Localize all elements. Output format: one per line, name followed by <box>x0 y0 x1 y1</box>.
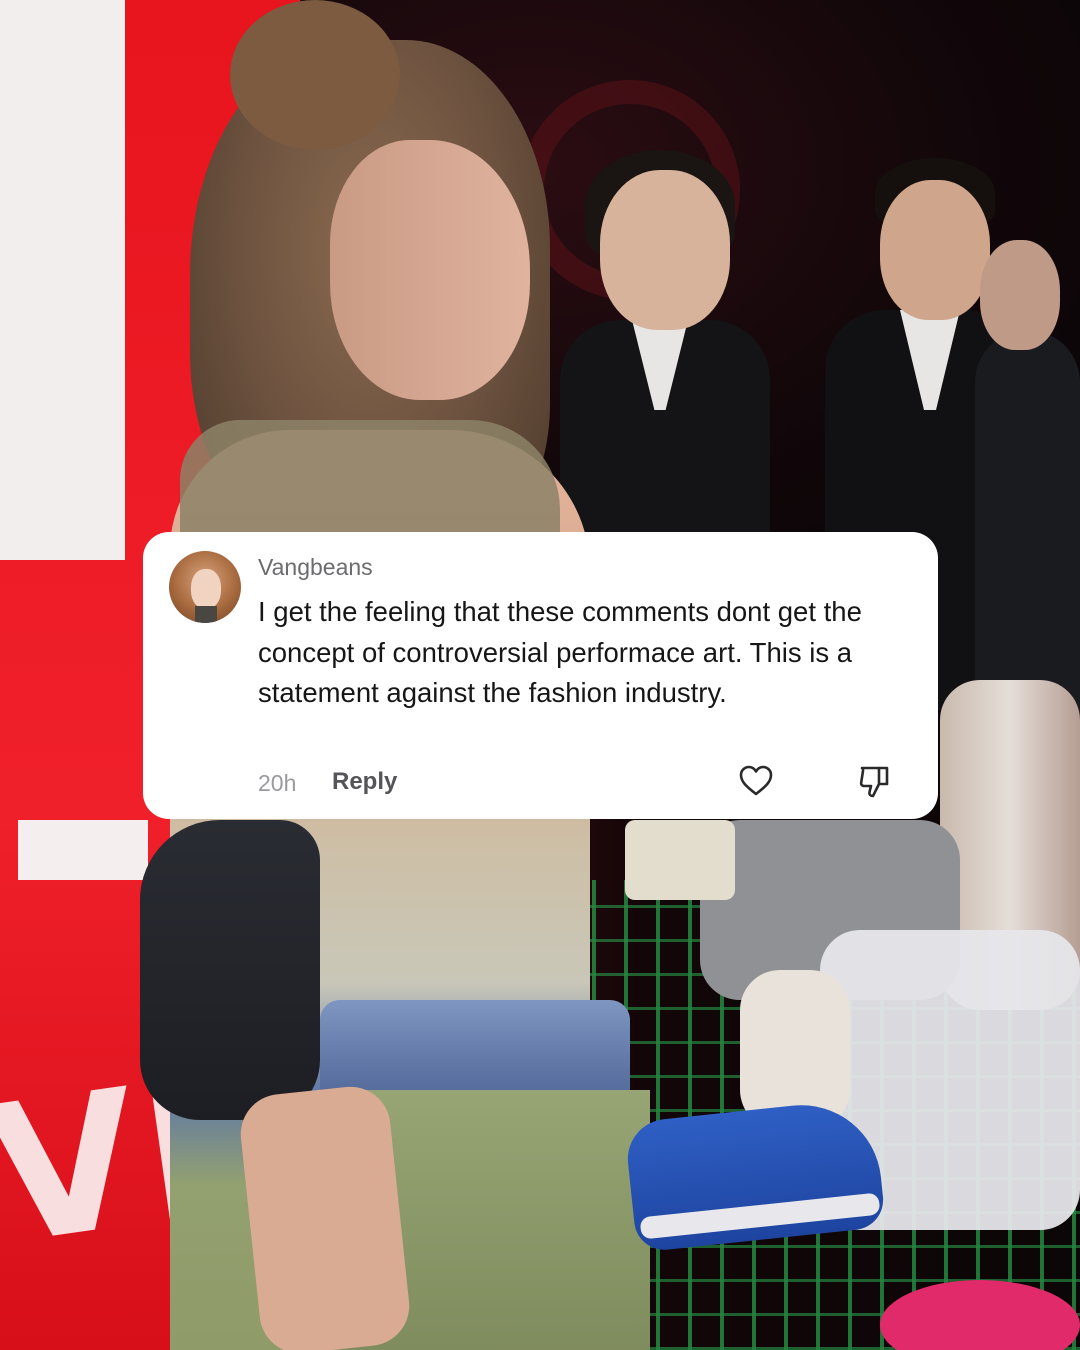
avatar-face <box>191 569 221 609</box>
avatar[interactable] <box>169 551 241 623</box>
avatar-neck <box>195 606 217 623</box>
head-1 <box>600 170 730 330</box>
performer-arm <box>236 1082 414 1350</box>
performer-face <box>330 140 530 400</box>
performer-sleeve <box>140 820 320 1120</box>
sign-panel-lower <box>18 820 148 880</box>
performer-hair-bun <box>230 0 400 150</box>
heart-outline-icon[interactable] <box>739 765 773 797</box>
head-3 <box>980 240 1060 350</box>
comment-card: Vangbeans I get the feeling that these c… <box>143 532 938 819</box>
comment-text: I get the feeling that these comments do… <box>258 596 862 708</box>
head-2 <box>880 180 990 320</box>
comment-username[interactable]: Vangbeans <box>258 554 373 581</box>
coffee-cup <box>625 820 735 900</box>
reply-button[interactable]: Reply <box>332 768 397 796</box>
thumbs-down-outline-icon[interactable] <box>858 765 890 799</box>
sign-panel <box>0 0 125 560</box>
comment-timestamp: 20h <box>258 770 297 796</box>
